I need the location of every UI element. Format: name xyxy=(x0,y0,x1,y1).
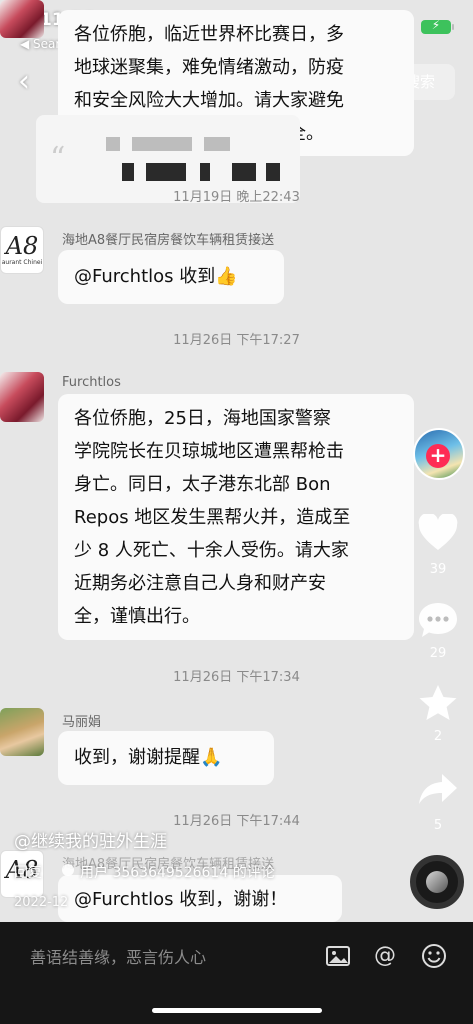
music-disc-icon[interactable] xyxy=(410,855,464,909)
music-cover xyxy=(426,871,448,893)
star-icon[interactable] xyxy=(418,684,458,722)
message-line: 各位侨胞，临近世界杯比赛日，多 xyxy=(74,24,344,45)
back-arrow-icon[interactable]: ‹ xyxy=(18,66,42,98)
message-line: 近期务必注意自己人身和财产安 xyxy=(74,573,326,594)
message-bubble: @Furchtlos 收到，谢谢！ xyxy=(58,875,342,922)
sender-name: Furchtlos xyxy=(62,375,121,390)
like-count: 39 xyxy=(429,562,447,577)
heart-icon[interactable] xyxy=(418,514,458,552)
message-text: @Furchtlos 收到，谢谢！ xyxy=(74,889,288,910)
pixelated-text xyxy=(122,163,134,181)
avatar[interactable] xyxy=(0,0,44,38)
emoji-icon[interactable] xyxy=(420,942,448,970)
reply-label: 回复 xyxy=(14,865,42,881)
message-bubble: 收到，谢谢提醒🙏 xyxy=(58,731,274,785)
message-bubble: @Furchtlos 收到👍 xyxy=(58,250,284,304)
message-text: @Furchtlos 收到👍 xyxy=(74,266,238,287)
avatar-logo-caption: aurant Chinei xyxy=(1,259,43,266)
comment-count: 29 xyxy=(429,646,447,661)
post-date: 2022-12 xyxy=(14,895,69,910)
message-line: 全，谨慎出行。 xyxy=(74,606,200,627)
share-count: 5 xyxy=(433,818,443,833)
message-line: 地球迷聚集，难免情绪激动，防疫 xyxy=(74,57,344,78)
avatar[interactable] xyxy=(0,708,44,756)
pixelated-text xyxy=(204,137,230,151)
sender-name: 海地A8餐厅民宿房餐饮车辆租赁接送 xyxy=(62,233,275,248)
pixelated-text xyxy=(132,137,192,151)
message-line: 各位侨胞，25日，海地国家警察 xyxy=(74,408,331,429)
message-timestamp: 11月26日 下午17:34 xyxy=(173,670,300,685)
message-line: 学院院长在贝琼城地区遭黑帮枪击 xyxy=(74,441,344,462)
mention-icon[interactable]: @ xyxy=(371,942,399,970)
message-line: 身亡。同日，太子港东北部 Bon xyxy=(74,474,331,495)
message-timestamp: 11月26日 下午17:27 xyxy=(173,333,300,348)
pixelated-text xyxy=(266,163,280,181)
reply-source[interactable]: 用户 3563649526614 的评论 xyxy=(80,862,275,882)
message-line: 和安全风险大大增加。请大家避免 xyxy=(74,90,344,111)
message-bubble: 各位侨胞，25日，海地国家警察 学院院长在贝琼城地区遭黑帮枪击 身亡。同日，太子… xyxy=(58,394,414,640)
follow-plus-icon[interactable]: + xyxy=(426,444,450,468)
message-text: 收到，谢谢提醒🙏 xyxy=(74,747,223,768)
comment-icon[interactable] xyxy=(418,601,458,639)
quote-icon: “ xyxy=(50,141,66,176)
home-indicator xyxy=(152,1008,322,1013)
image-icon[interactable] xyxy=(324,942,352,970)
avatar[interactable] xyxy=(0,372,44,422)
author-handle[interactable]: @继续我的驻外生涯 xyxy=(14,827,167,852)
message-timestamp: 11月19日 晚上22:43 xyxy=(173,190,300,205)
pixelated-text xyxy=(106,137,120,151)
battery-icon: ⚡ xyxy=(421,18,454,34)
sender-name: 马丽娟 xyxy=(62,715,102,730)
comment-bubble-icon xyxy=(62,864,74,876)
message-line: 少 8 人死亡、十余人受伤。请大家 xyxy=(74,540,349,561)
pixelated-text xyxy=(232,163,256,181)
avatar[interactable]: A8 aurant Chinei xyxy=(0,226,44,274)
message-line: Repos 地区发生黑帮火并，造成至 xyxy=(74,507,351,528)
pixelated-text xyxy=(200,163,210,181)
pixelated-text xyxy=(146,163,186,181)
comment-input[interactable]: 善语结善缘，恶言伤人心 xyxy=(30,944,206,968)
favorite-count: 2 xyxy=(433,729,443,744)
share-icon[interactable] xyxy=(418,772,458,806)
